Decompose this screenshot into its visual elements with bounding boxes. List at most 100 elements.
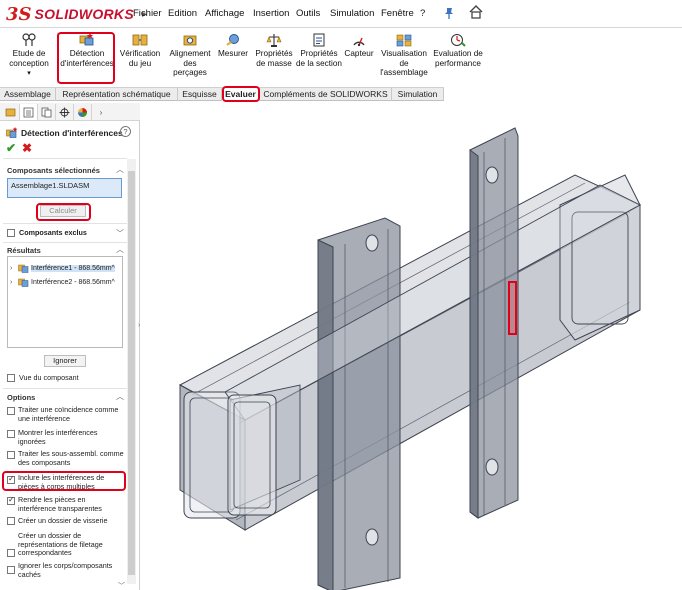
result-label: Interférence2 - 868.56mm^ bbox=[31, 278, 115, 286]
pm-title-text: Détection d'interférences bbox=[21, 127, 123, 138]
assembly-visualization-label: Visualisation de l'assemblage bbox=[380, 49, 428, 77]
menu-simulation[interactable]: Simulation bbox=[330, 8, 374, 19]
design-study-label-2: conception bbox=[9, 58, 49, 68]
design-study-dropdown-icon[interactable]: ▾ bbox=[27, 70, 31, 77]
tab-evaluer[interactable]: Evaluer bbox=[222, 88, 260, 101]
design-study-icon bbox=[22, 33, 36, 46]
result-item[interactable]: › Interférence1 - 868.56mm^ bbox=[10, 262, 115, 274]
option-hidden-bodies-label: Ignorer les corps/composants cachés bbox=[18, 561, 113, 579]
property-manager-panel: › Détection d'interférences ? ✔ ✖ Compos… bbox=[0, 103, 140, 590]
menu-insertion[interactable]: Insertion bbox=[253, 8, 289, 19]
manager-tabs-more[interactable]: › bbox=[92, 104, 110, 120]
option-hidden-bodies-checkbox[interactable] bbox=[7, 566, 15, 574]
property-manager-tab[interactable] bbox=[20, 104, 38, 120]
section-properties-button[interactable]: Propriétés de la section bbox=[296, 30, 342, 68]
option-thread-folder-label: Créer un dossier de représentations de f… bbox=[18, 531, 103, 557]
excluded-components-label: Composants exclus bbox=[19, 228, 87, 237]
component-view-checkbox[interactable] bbox=[7, 374, 15, 382]
option-show-ignored-checkbox[interactable] bbox=[7, 430, 15, 438]
mass-properties-button[interactable]: Propriétés de masse bbox=[252, 30, 296, 68]
assembly-visualization-button[interactable]: Visualisation de l'assemblage bbox=[376, 30, 432, 78]
ribbon-separator bbox=[57, 32, 58, 84]
chevron-up-icon[interactable]: ︿ bbox=[116, 391, 125, 401]
chevron-right-icon: › bbox=[99, 107, 103, 117]
sensor-label: Capteur bbox=[344, 49, 374, 58]
design-study-button[interactable]: Etude de conception ▾ bbox=[2, 30, 56, 79]
results-list: › Interférence1 - 868.56mm^ › Interféren… bbox=[7, 256, 123, 348]
tab-complements-solidworks[interactable]: Compléments de SOLIDWORKS bbox=[260, 88, 392, 101]
scroll-down-icon[interactable]: ﹀ bbox=[118, 581, 125, 590]
interference-detection-button[interactable]: Détection d'interférences bbox=[60, 30, 114, 68]
cancel-button[interactable]: ✖ bbox=[22, 141, 32, 155]
measure-icon bbox=[226, 34, 239, 46]
chevron-down-icon[interactable]: ﹀ bbox=[116, 228, 125, 238]
help-icon[interactable]: ? bbox=[120, 126, 131, 137]
measure-label: Mesurer bbox=[217, 49, 249, 58]
chevron-up-icon[interactable]: ︿ bbox=[116, 164, 125, 174]
sensor-icon bbox=[353, 37, 365, 47]
option-subassemblies-checkbox[interactable] bbox=[7, 451, 15, 459]
option-multibody-checkbox[interactable] bbox=[7, 474, 15, 484]
expand-arrow-icon[interactable]: › bbox=[10, 265, 18, 272]
display-manager-tab[interactable] bbox=[74, 104, 92, 120]
menu-affichage[interactable]: Affichage bbox=[205, 8, 244, 19]
ignore-button[interactable]: Ignorer bbox=[44, 355, 86, 367]
dimxpert-manager-tab[interactable] bbox=[56, 104, 74, 120]
appearance-pie-icon bbox=[78, 107, 87, 117]
expand-arrow-icon[interactable]: › bbox=[10, 279, 18, 286]
crosshair-icon bbox=[59, 107, 70, 117]
performance-evaluation-icon bbox=[451, 34, 466, 47]
feature-tree-icon bbox=[5, 108, 16, 116]
option-multibody-label: Inclure les interférences de pièces à co… bbox=[18, 473, 105, 491]
option-thread-folder-checkbox[interactable] bbox=[7, 549, 15, 557]
property-list-icon bbox=[23, 107, 34, 117]
selected-components-list[interactable]: Assemblage1.SLDASM bbox=[7, 178, 122, 198]
option-fastener-folder-checkbox[interactable] bbox=[7, 517, 15, 525]
options-title: Options bbox=[7, 393, 36, 402]
hole-alignment-button[interactable]: Alignement des perçages bbox=[166, 30, 214, 78]
menu-edition[interactable]: Edition bbox=[168, 8, 197, 19]
menu-fenetre[interactable]: Fenêtre bbox=[381, 8, 414, 19]
left-channel-profile[interactable] bbox=[317, 217, 401, 590]
result-item[interactable]: › Interférence2 - 868.56mm^ bbox=[10, 276, 115, 288]
pin-icon[interactable] bbox=[442, 6, 456, 20]
hole-alignment-icon bbox=[183, 35, 197, 46]
tab-esquisse[interactable]: Esquisse bbox=[178, 88, 222, 101]
measure-button[interactable]: Mesurer bbox=[214, 30, 252, 59]
clearance-verification-label: Vérification du jeu bbox=[119, 49, 161, 68]
home-icon[interactable] bbox=[468, 4, 484, 20]
option-show-ignored-label: Montrer les interférences ignorées bbox=[18, 428, 98, 446]
tab-simulation[interactable]: Simulation bbox=[392, 88, 444, 101]
sensor-button[interactable]: Capteur bbox=[342, 30, 376, 59]
divider bbox=[3, 242, 127, 243]
solidworks-wordmark: SOLIDWORKS bbox=[34, 6, 134, 22]
result-label: Interférence1 - 868.56mm^ bbox=[31, 264, 115, 272]
option-coincidence-checkbox[interactable] bbox=[7, 407, 15, 415]
interference-detection-icon bbox=[79, 33, 94, 46]
performance-evaluation-button[interactable]: Evaluation de performance bbox=[432, 30, 484, 68]
feature-manager-tab[interactable] bbox=[2, 104, 20, 120]
clearance-verification-button[interactable]: Vérification du jeu bbox=[116, 30, 164, 68]
tab-assemblage[interactable]: Assemblage bbox=[0, 88, 56, 101]
selected-component-item[interactable]: Assemblage1.SLDASM bbox=[11, 181, 89, 190]
pm-title: Détection d'interférences bbox=[6, 127, 123, 138]
configuration-manager-tab[interactable] bbox=[38, 104, 56, 120]
command-tabs: Assemblage Représentation schématique Es… bbox=[0, 87, 444, 101]
interference-result-icon bbox=[18, 264, 29, 273]
excluded-components-checkbox[interactable] bbox=[7, 229, 15, 237]
pm-scrollbar[interactable] bbox=[127, 159, 136, 584]
option-transparent-checkbox[interactable] bbox=[7, 495, 15, 505]
chevron-up-icon[interactable]: ︿ bbox=[116, 244, 125, 254]
ok-button[interactable]: ✔ bbox=[6, 141, 16, 155]
pm-scrollbar-thumb[interactable] bbox=[128, 171, 135, 575]
option-fastener-folder-label: Créer un dossier de visserie bbox=[18, 516, 108, 525]
menu-outils[interactable]: Outils bbox=[296, 8, 320, 19]
menu-fichier[interactable]: Fichier bbox=[133, 8, 162, 19]
calculate-button[interactable]: Calculer bbox=[40, 205, 86, 217]
panel-collapse-handle[interactable]: › bbox=[138, 322, 144, 334]
configuration-icon bbox=[41, 107, 52, 117]
solidworks-logo[interactable]: 3S SOLIDWORKS ▸ bbox=[6, 4, 147, 25]
tab-representation-schematique[interactable]: Représentation schématique bbox=[56, 88, 178, 101]
graphics-area[interactable] bbox=[146, 102, 682, 590]
menu-help[interactable]: ? bbox=[420, 8, 425, 19]
